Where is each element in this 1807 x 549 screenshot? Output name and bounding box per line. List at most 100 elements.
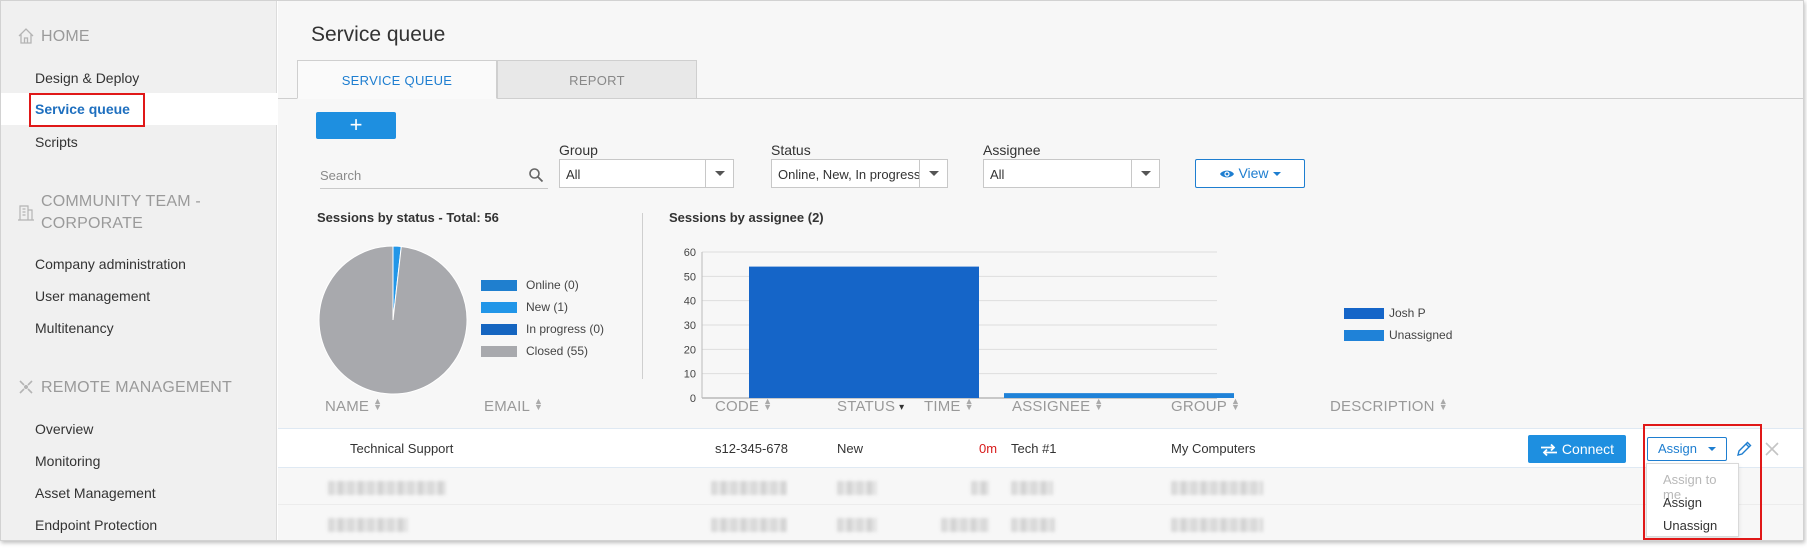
y-tick-label: 60 xyxy=(684,247,696,259)
chevron-down-icon[interactable] xyxy=(919,160,947,187)
building-icon xyxy=(18,205,34,221)
sort-icon: ▲ ▼ xyxy=(763,396,773,412)
assignee-bar-chart: 0 10 20 30 40 50 60 xyxy=(684,247,1234,405)
section-community-title-line2: CORPORATE xyxy=(41,215,143,232)
group-filter-select[interactable]: All xyxy=(559,159,734,188)
sidebar-item-monitoring[interactable]: Monitoring xyxy=(35,453,100,469)
column-header-status[interactable]: STATUS ▾ xyxy=(837,398,904,415)
eye-icon xyxy=(1220,170,1235,178)
column-header-label: ASSIGNEE xyxy=(1012,398,1091,415)
legend-swatch xyxy=(481,280,517,291)
redacted-text xyxy=(1011,518,1055,532)
search-box xyxy=(320,161,548,189)
section-remote-title: REMOTE MANAGEMENT xyxy=(41,379,232,396)
redacted-text xyxy=(837,518,877,532)
swap-arrows-icon xyxy=(1540,443,1557,457)
column-header-label: TIME xyxy=(924,398,961,415)
add-session-button[interactable]: + xyxy=(316,112,396,139)
page-title: Service queue xyxy=(311,23,446,46)
column-header-name[interactable]: NAME ▲ ▼ xyxy=(325,396,383,416)
table-row[interactable]: Technical Support s12-345-678 New 0m Tec… xyxy=(278,428,1803,468)
section-home-header[interactable]: HOME xyxy=(17,26,90,48)
cell-code: s12-345-678 xyxy=(715,441,788,456)
search-input[interactable] xyxy=(320,165,520,185)
view-button[interactable]: View xyxy=(1195,159,1305,188)
connect-button-label: Connect xyxy=(1561,441,1615,457)
redacted-text xyxy=(711,481,787,495)
status-filter-label: Status xyxy=(771,142,811,158)
chevron-down-icon xyxy=(1272,172,1281,176)
group-filter-label: Group xyxy=(559,142,598,158)
sidebar-item-company-administration[interactable]: Company administration xyxy=(35,256,186,272)
column-header-assignee[interactable]: ASSIGNEE ▲ ▼ xyxy=(1012,397,1103,416)
y-tick-label: 10 xyxy=(684,369,696,381)
legend-label: Unassigned xyxy=(1389,328,1453,342)
legend-label: Closed (55) xyxy=(526,344,589,358)
sidebar-item-multitenancy[interactable]: Multitenancy xyxy=(35,320,114,336)
sidebar-item-asset-management[interactable]: Asset Management xyxy=(35,485,156,501)
connect-button[interactable]: Connect xyxy=(1528,435,1626,463)
column-header-label: DESCRIPTION xyxy=(1330,398,1435,415)
sort-icon: ▲ ▼ xyxy=(1438,396,1448,412)
column-header-label: CODE xyxy=(715,398,760,415)
search-icon[interactable] xyxy=(528,167,544,183)
legend-swatch xyxy=(481,302,517,313)
y-tick-label: 30 xyxy=(684,320,696,332)
redacted-text xyxy=(1171,518,1263,532)
cell-name: Technical Support xyxy=(350,441,454,456)
sort-icon: ▲ ▼ xyxy=(373,396,383,412)
cell-group: My Computers xyxy=(1171,441,1256,456)
section-community-header[interactable]: COMMUNITY TEAM - CORPORATE xyxy=(17,191,201,235)
column-header-group[interactable]: GROUP ▲ ▼ xyxy=(1171,396,1241,416)
legend-swatch xyxy=(481,346,517,357)
close-icon[interactable] xyxy=(1762,439,1782,459)
redacted-text xyxy=(971,481,989,495)
redacted-text xyxy=(1011,481,1053,495)
redacted-text xyxy=(1171,481,1263,495)
status-filter-value: Online, New, In progress, Clo xyxy=(778,167,920,182)
sidebar-item-user-management[interactable]: User management xyxy=(35,288,150,304)
column-header-code[interactable]: CODE ▲ ▼ xyxy=(715,396,773,416)
main-panel: Service queue SERVICE QUEUE REPORT + Gro… xyxy=(278,1,1803,540)
tab-service-queue[interactable]: SERVICE QUEUE xyxy=(297,60,497,99)
status-chart-title: Sessions by status - Total: 56 xyxy=(317,210,499,225)
pie-slice-closed xyxy=(318,245,468,395)
tab-report[interactable]: REPORT xyxy=(497,60,697,99)
column-header-time[interactable]: TIME ▲ ▼ xyxy=(924,396,974,416)
group-filter-value: All xyxy=(566,167,581,182)
assignee-filter-label: Assignee xyxy=(983,142,1041,158)
y-tick-label: 0 xyxy=(690,393,696,405)
column-header-description[interactable]: DESCRIPTION ▲ ▼ xyxy=(1330,396,1448,416)
column-header-email[interactable]: EMAIL ▲ ▼ xyxy=(484,397,543,416)
status-pie-chart xyxy=(318,245,468,395)
chevron-down-icon[interactable] xyxy=(1131,160,1159,187)
redacted-text xyxy=(711,518,787,532)
home-icon xyxy=(18,28,34,44)
cell-time: 0m xyxy=(979,441,998,456)
legend-label: In progress (0) xyxy=(526,322,605,336)
sidebar-item-endpoint-protection[interactable]: Endpoint Protection xyxy=(35,517,157,533)
sidebar: HOME Design & Deploy Service queue Scrip… xyxy=(1,1,277,540)
section-community-title-line1: COMMUNITY TEAM - xyxy=(41,193,201,210)
chevron-down-icon[interactable] xyxy=(705,160,733,187)
sort-desc-icon: ▾ xyxy=(899,402,905,413)
assignee-filter-select[interactable]: All xyxy=(983,159,1160,188)
bar-josh-p xyxy=(749,266,979,398)
column-header-label: STATUS xyxy=(837,398,896,415)
status-filter-select[interactable]: Online, New, In progress, Clo xyxy=(771,159,948,188)
legend-label: Online (0) xyxy=(526,278,579,292)
highlight-box-assign xyxy=(1643,424,1762,540)
sidebar-item-design-deploy[interactable]: Design & Deploy xyxy=(35,70,139,86)
table-row-redacted[interactable] xyxy=(278,506,1803,540)
app-window: HOME Design & Deploy Service queue Scrip… xyxy=(0,0,1804,541)
view-button-label: View xyxy=(1238,165,1269,181)
section-home-title: HOME xyxy=(41,28,90,45)
sort-icon: ▲ ▼ xyxy=(1231,396,1241,412)
sort-icon: ▲ ▼ xyxy=(964,396,974,412)
section-remote-header[interactable]: REMOTE MANAGEMENT xyxy=(17,377,232,399)
cell-assignee: Tech #1 xyxy=(1011,441,1057,456)
table-row-redacted[interactable] xyxy=(278,469,1803,505)
sidebar-item-scripts[interactable]: Scripts xyxy=(35,134,78,150)
legend-swatch xyxy=(481,324,517,335)
sidebar-item-overview[interactable]: Overview xyxy=(35,421,93,437)
